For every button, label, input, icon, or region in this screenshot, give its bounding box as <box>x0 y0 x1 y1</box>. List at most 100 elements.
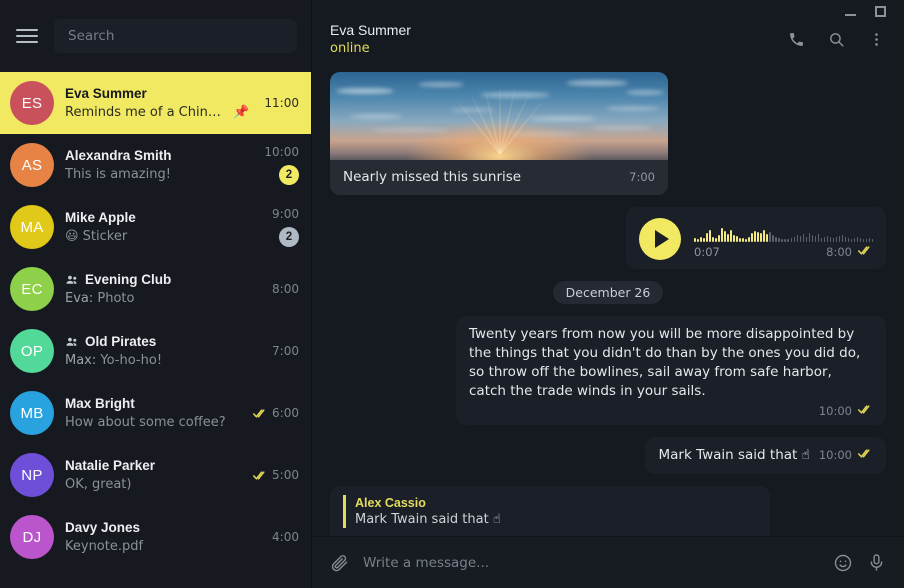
chat-name: Mike Apple <box>65 210 136 225</box>
chat-name: Max Bright <box>65 396 135 411</box>
search-box[interactable] <box>54 19 297 53</box>
message-time: 10:00 <box>818 447 852 462</box>
chat-list-item[interactable]: EC Evening Club Eva: Photo 8:00 <box>0 258 311 320</box>
chat-preview: OK, great) <box>65 477 132 492</box>
telegram-window: ES Eva Summer Reminds me of a Chinese prov… <box>0 0 904 588</box>
chat-list-item[interactable]: NP Natalie Parker OK, great) 5:00 <box>0 444 311 506</box>
read-ticks-icon <box>253 408 268 419</box>
message-text: Twenty years from now you will be more d… <box>469 326 861 400</box>
photo-message[interactable]: Nearly missed this sunrise 7:00 <box>330 72 668 195</box>
message-row: Mark Twain said that ☝ 10:00 <box>330 436 886 474</box>
read-ticks-icon <box>858 245 873 259</box>
message-time: 7:00 <box>629 170 655 184</box>
minimize-button[interactable] <box>840 1 860 21</box>
chat-name: Evening Club <box>85 272 172 287</box>
message-row: Twenty years from now you will be more d… <box>330 316 886 425</box>
message-meta: 10:00 <box>469 404 873 418</box>
chat-header-actions <box>786 23 886 49</box>
message-meta: 8:00 <box>826 245 873 259</box>
chat-list-item[interactable]: MA Mike Apple 😃 Sticker 9:00 2 <box>0 196 311 258</box>
sunrise-photo[interactable] <box>330 72 668 160</box>
paperclip-icon[interactable] <box>330 553 349 572</box>
photo-caption: Nearly missed this sunrise <box>343 169 522 185</box>
chat-status: online <box>330 41 370 56</box>
window-controls <box>820 0 904 22</box>
chat-list-item[interactable]: OP Old Pirates Max: Yo-ho-ho! 7:00 <box>0 320 311 382</box>
chat-time: 7:00 <box>272 344 299 358</box>
chat-title: Eva Summer <box>330 22 411 38</box>
message-row: Nearly missed this sunrise 7:00 <box>330 72 886 195</box>
message-row: 0:07 8:00 <box>330 207 886 269</box>
chat-preview: 😃 Sticker <box>65 229 128 244</box>
date-separator: December 26 <box>552 281 664 304</box>
search-input[interactable] <box>68 28 283 44</box>
quoted-reply[interactable]: Alex Cassio Mark Twain said that ☝ <box>343 494 757 528</box>
chat-time: 10:00 <box>264 145 299 159</box>
message-list[interactable]: Nearly missed this sunrise 7:00 0:07 8:00 De… <box>312 72 904 536</box>
message-row: Alex CassioMark Twain said that ☝ Reminds… <box>330 485 886 536</box>
sidebar-header <box>0 0 311 72</box>
chat-list-item[interactable]: ES Eva Summer Reminds me of a Chinese prov… <box>0 72 311 134</box>
phone-icon[interactable] <box>786 29 806 49</box>
more-vertical-icon[interactable] <box>866 29 886 49</box>
chat-preview: This is amazing! <box>65 167 171 182</box>
chat-list-item[interactable]: MB Max Bright How about some coffee? 6:00 <box>0 382 311 444</box>
search-icon[interactable] <box>826 29 846 49</box>
chat-time: 11:00 <box>264 96 299 110</box>
read-ticks-icon <box>858 448 873 462</box>
message-text: Mark Twain said that ☝ <box>658 446 810 463</box>
chat-name: Natalie Parker <box>65 458 156 473</box>
chat-list-item[interactable]: AS Alexandra Smith This is amazing! 10:00 2 <box>0 134 311 196</box>
message-meta: 10:00 <box>819 448 873 462</box>
main-panel: Eva Summer online Nearly missed this sun… <box>312 0 904 588</box>
chat-header: Eva Summer online <box>312 0 904 72</box>
message-time: 8:00 <box>826 244 852 259</box>
avatar: OP <box>10 329 54 373</box>
chat-time: 6:00 <box>253 406 299 420</box>
message-text: Reminds me of a Chinese proverb: the bes… <box>343 533 757 536</box>
read-ticks-icon <box>253 470 268 481</box>
message-row: December 26 <box>330 281 886 304</box>
waveform[interactable] <box>694 220 874 242</box>
chat-preview: Keynote.pdf <box>65 539 144 554</box>
avatar: MB <box>10 391 54 435</box>
maximize-button[interactable] <box>870 1 890 21</box>
unread-badge: 2 <box>279 165 299 185</box>
reply-message[interactable]: Alex CassioMark Twain said that ☝ Reminds… <box>330 485 770 536</box>
text-message[interactable]: Twenty years from now you will be more d… <box>456 316 886 425</box>
composer: Write a message... <box>312 536 904 588</box>
chat-time: 8:00 <box>272 282 299 296</box>
avatar: DJ <box>10 515 54 559</box>
avatar: EC <box>10 267 54 311</box>
hamburger-menu-icon[interactable] <box>10 19 44 53</box>
sidebar: ES Eva Summer Reminds me of a Chinese prov… <box>0 0 312 588</box>
microphone-icon[interactable] <box>867 553 886 572</box>
chat-preview: Max: Yo-ho-ho! <box>65 353 163 368</box>
message-input[interactable]: Write a message... <box>363 555 819 571</box>
message-time: 10:00 <box>818 403 852 418</box>
reply-author: Alex Cassio <box>355 495 426 510</box>
avatar: NP <box>10 453 54 497</box>
chat-preview: How about some coffee? <box>65 415 226 430</box>
avatar: MA <box>10 205 54 249</box>
voice-message[interactable]: 0:07 8:00 <box>626 207 886 269</box>
reply-text: Mark Twain said that ☝ <box>355 511 501 527</box>
avatar: AS <box>10 143 54 187</box>
chat-name: Alexandra Smith <box>65 148 172 163</box>
voice-duration: 0:07 <box>694 244 720 259</box>
chat-list[interactable]: ES Eva Summer Reminds me of a Chinese prov… <box>0 72 311 588</box>
chat-preview: Reminds me of a Chinese proverb… <box>65 105 228 120</box>
group-icon <box>65 273 79 287</box>
chat-list-item[interactable]: DJ Davy Jones Keynote.pdf 4:00 <box>0 506 311 568</box>
play-icon[interactable] <box>639 218 681 260</box>
chat-time: 5:00 <box>253 468 299 482</box>
chat-time: 9:00 <box>272 207 299 221</box>
chat-name: Old Pirates <box>85 334 157 349</box>
chat-preview: Eva: Photo <box>65 291 135 306</box>
smiley-icon[interactable] <box>833 553 853 573</box>
chat-name: Davy Jones <box>65 520 141 535</box>
read-ticks-icon <box>858 404 873 418</box>
text-message[interactable]: Mark Twain said that ☝ 10:00 <box>645 436 886 474</box>
group-icon <box>65 335 79 349</box>
chat-time: 4:00 <box>272 530 299 544</box>
